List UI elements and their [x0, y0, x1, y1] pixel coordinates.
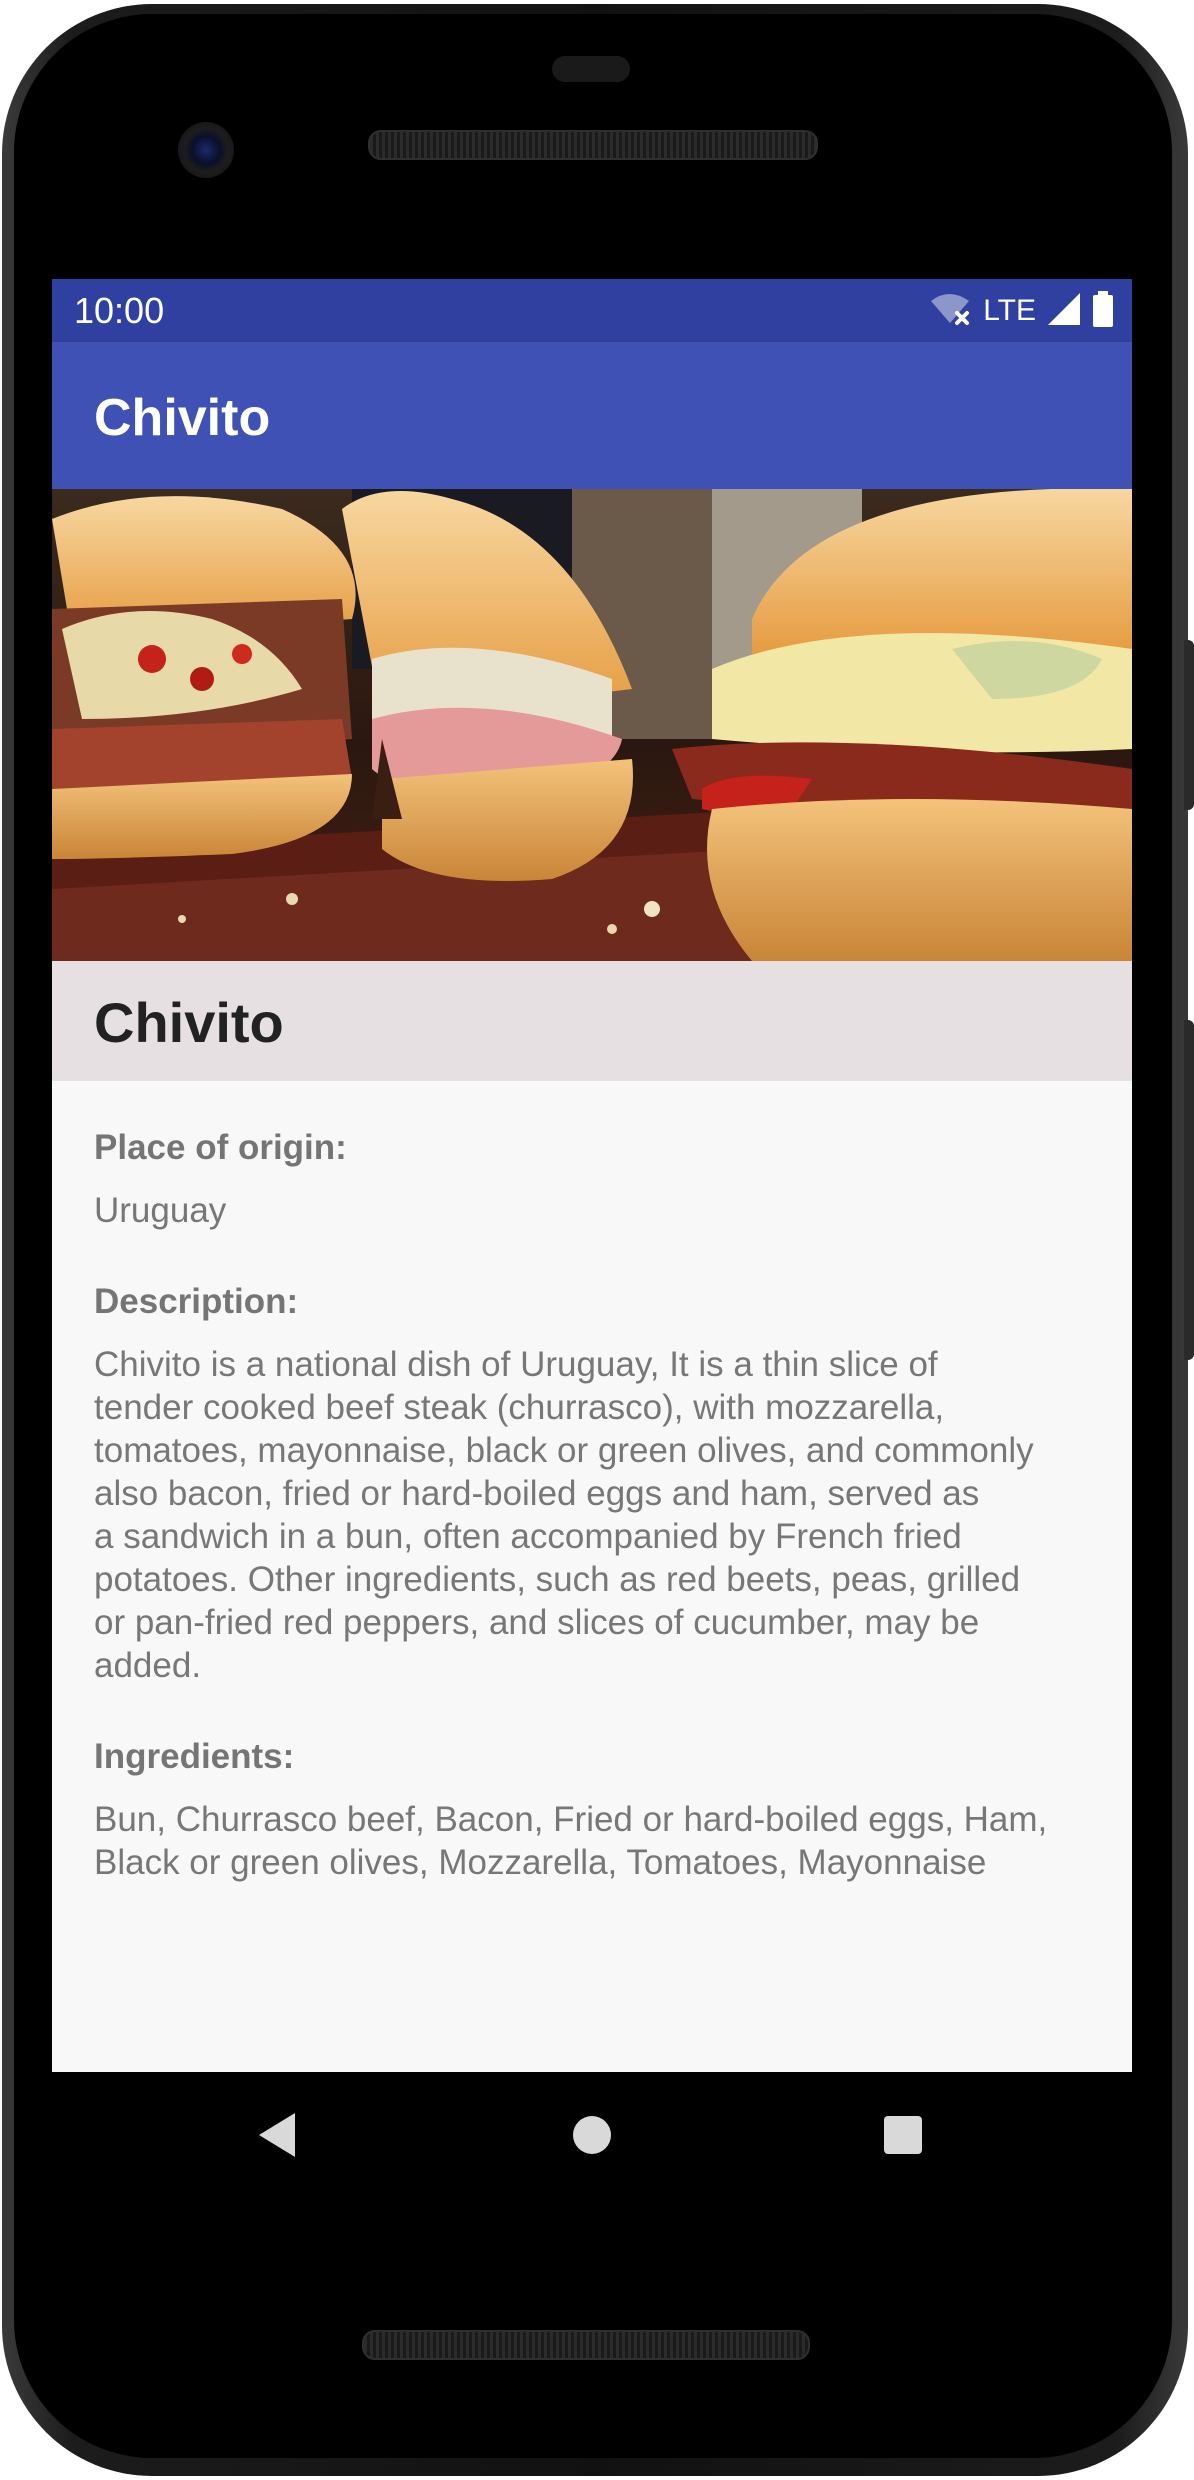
dish-name: Chivito: [94, 991, 284, 1054]
phone-frame: 10:00 LTE Chivito Chivito Place of origi…: [0, 0, 1194, 2480]
network-type: LTE: [983, 294, 1036, 327]
dish-name-band: Chivito: [52, 961, 1132, 1081]
origin-value: Uruguay: [94, 1191, 227, 1230]
signal-icon: [1046, 291, 1082, 331]
app-title: Chivito: [94, 389, 271, 447]
ingredients-line: Bun, Churrasco beef, Bacon, Fried or har…: [94, 1800, 1048, 1839]
ingredients-text: Bun, Churrasco beef, Bacon, Fried or har…: [94, 1798, 1094, 1884]
recents-icon[interactable]: [860, 2092, 946, 2178]
wifi-off-icon: [929, 291, 973, 331]
top-sensor: [552, 56, 630, 82]
bottom-speaker: [362, 2330, 810, 2360]
status-icons: LTE: [929, 291, 1114, 331]
status-bar: 10:00 LTE: [52, 279, 1132, 342]
description-line: also bacon, fried or hard-boiled eggs an…: [94, 1474, 980, 1513]
ingredients-line: Black or green olives, Mozzarella, Tomat…: [94, 1843, 987, 1882]
description-label: Description:: [94, 1282, 299, 1321]
origin-label: Place of origin:: [94, 1128, 347, 1167]
back-icon[interactable]: [234, 2092, 320, 2178]
battery-icon: [1092, 291, 1114, 331]
description-line: added.: [94, 1646, 202, 1685]
screen: 10:00 LTE Chivito Chivito Place of origi…: [52, 279, 1132, 2072]
app-bar: Chivito: [52, 342, 1132, 489]
top-speaker: [368, 130, 818, 160]
front-camera-icon: [178, 122, 234, 178]
description-text: Chivito is a national dish of Uruguay, I…: [94, 1343, 1094, 1687]
navigation-bar: [52, 2072, 1132, 2198]
description-line: potatoes. Other ingredients, such as red…: [94, 1560, 1021, 1599]
status-time: 10:00: [74, 290, 165, 331]
volume-button: [1184, 1020, 1194, 1360]
description-line: tomatoes, mayonnaise, black or green oli…: [94, 1431, 1034, 1470]
description-line: tender cooked beef steak (churrasco), wi…: [94, 1388, 945, 1427]
description-line: a sandwich in a bun, often accompanied b…: [94, 1517, 962, 1556]
description-line: Chivito is a national dish of Uruguay, I…: [94, 1345, 938, 1384]
power-button: [1184, 640, 1194, 810]
description-line: or pan-fried red peppers, and slices of …: [94, 1603, 980, 1642]
home-icon[interactable]: [549, 2092, 635, 2178]
ingredients-label: Ingredients:: [94, 1737, 295, 1776]
chivito-sandwich-photo: [52, 489, 1132, 961]
